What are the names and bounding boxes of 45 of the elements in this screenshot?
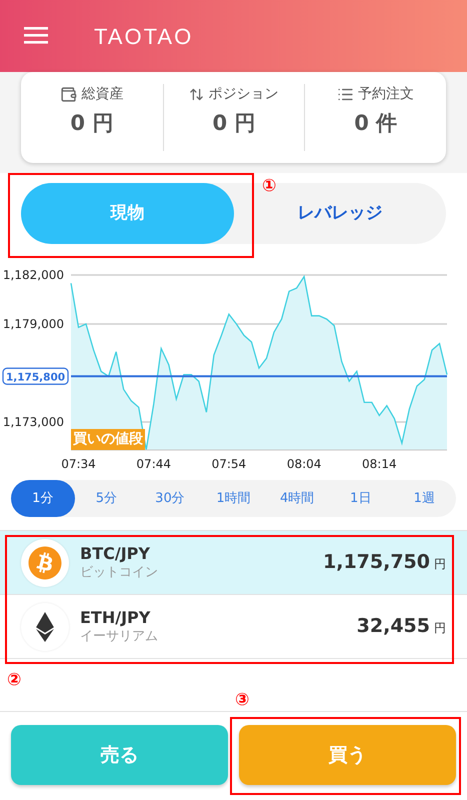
sell-button[interactable]: 売る <box>11 725 228 785</box>
buy-price-label: 買いの値段 <box>71 429 145 450</box>
coin-name: ビットコイン <box>80 564 158 582</box>
y-axis-label: 1,182,000 <box>2 268 64 282</box>
coin-price: 32,455 <box>356 614 430 640</box>
coin-pair: BTC/JPY <box>80 544 151 564</box>
bitcoin-icon <box>28 546 62 580</box>
menu-icon[interactable] <box>24 25 48 45</box>
timeframe-tab[interactable]: 5分 <box>74 480 138 517</box>
y-axis-label: 1,179,000 <box>2 317 64 331</box>
y-tick-label: 1,175,800 <box>6 371 66 384</box>
x-axis-label: 07:44 <box>136 457 172 471</box>
currency-unit: 円 <box>434 556 446 574</box>
timeframe-tab[interactable]: 4時間 <box>265 480 329 517</box>
list-icon <box>337 86 354 103</box>
callout-number: ① <box>262 176 276 196</box>
timeframe-tab[interactable]: 30分 <box>138 480 202 517</box>
callout-number: ② <box>7 670 22 690</box>
summary-value: 0 円 <box>212 110 256 137</box>
coin-row[interactable]: BTC/JPY ビットコイン 1,175,750 円 <box>0 531 467 595</box>
currency-unit: 円 <box>434 620 446 638</box>
mode-tab[interactable]: 現物 <box>21 183 234 244</box>
x-axis-label: 08:14 <box>362 457 397 471</box>
wallet-icon <box>60 86 78 103</box>
arrows-icon <box>189 87 204 102</box>
summary-value: 0 件 <box>354 110 398 137</box>
summary-label: 予約注文 <box>358 85 414 104</box>
summary-value: 0 円 <box>70 110 114 137</box>
summary-label: 総資産 <box>81 85 124 104</box>
timeframe-tab[interactable]: 1時間 <box>202 480 266 517</box>
summary-label: ポジション <box>208 85 278 104</box>
x-axis-label: 08:04 <box>286 457 322 471</box>
buy-price-tag: 1,175,800 <box>2 368 69 385</box>
x-axis-label: 07:34 <box>61 457 96 471</box>
timeframe-tab[interactable]: 1日 <box>328 480 392 517</box>
y-axis-label: 1,173,000 <box>2 415 64 429</box>
coin-name: イーサリアム <box>80 628 158 646</box>
coin-price: 1,175,750 <box>323 550 430 576</box>
x-axis-label: 07:54 <box>212 457 246 471</box>
app-logo: TAOTAO <box>94 25 194 49</box>
timeframe-tab[interactable]: 1週 <box>392 480 456 517</box>
timeframe-tab[interactable]: 1分 <box>11 480 75 517</box>
callout-number: ③ <box>235 690 250 710</box>
coin-pair: ETH/JPY <box>80 608 152 628</box>
buy-button[interactable]: 買う <box>239 725 456 785</box>
